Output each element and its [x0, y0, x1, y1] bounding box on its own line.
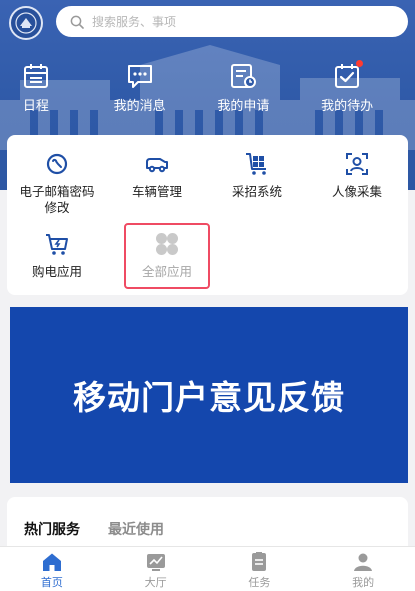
quick-action-label: 我的待办 [321, 99, 374, 114]
vehicle-icon [146, 158, 168, 173]
todo-icon [333, 60, 364, 90]
procurement-cart-icon [246, 153, 266, 175]
notification-badge [356, 60, 364, 67]
school-logo [9, 6, 43, 40]
nav-label: 大厅 [144, 576, 167, 589]
app-label: 车辆管理 [131, 184, 182, 199]
app-label: 电子邮箱密码修改 [19, 184, 95, 215]
nav-label: 首页 [40, 576, 63, 589]
home-icon [42, 553, 61, 571]
quick-action-schedule[interactable]: 日程 [0, 62, 88, 114]
school-emblem-icon [15, 12, 37, 34]
quick-action-applications[interactable]: 我的申请 [192, 62, 296, 114]
nav-hall[interactable]: 大厅 [104, 547, 208, 591]
nav-profile[interactable]: 我的 [311, 547, 415, 591]
app-portrait-capture[interactable]: 人像采集 [307, 151, 407, 200]
all-apps-highlight [124, 223, 210, 289]
quick-action-label: 日程 [22, 99, 49, 114]
app-vehicle-management[interactable]: 车辆管理 [107, 151, 207, 200]
app-email-password[interactable]: 电子邮箱密码修改 [7, 151, 107, 216]
tab-recently-used[interactable]: 最近使用 [108, 519, 164, 539]
calendar-icon [22, 62, 50, 90]
nav-home[interactable]: 首页 [0, 547, 104, 591]
task-icon [252, 552, 267, 571]
app-procurement-system[interactable]: 采招系统 [207, 151, 307, 200]
feedback-banner[interactable]: 移动门户意见反馈 [10, 307, 408, 483]
nav-tasks[interactable]: 任务 [208, 547, 312, 591]
app-label: 人像采集 [331, 184, 382, 199]
quick-action-messages[interactable]: 我的消息 [88, 62, 192, 114]
portrait-scan-icon [346, 153, 368, 175]
nav-label: 我的 [352, 576, 375, 589]
quick-action-label: 我的申请 [217, 99, 270, 114]
message-icon [126, 62, 154, 90]
tab-hot-services[interactable]: 热门服务 [24, 519, 80, 539]
profile-icon [354, 553, 373, 571]
app-grid-card: 电子邮箱密码修改 车辆管理 采招系统 人像采集 购电应用 全部应用 [7, 135, 408, 295]
application-icon [229, 62, 257, 90]
email-password-icon [46, 153, 68, 175]
app-power-purchase[interactable]: 购电应用 [7, 231, 107, 280]
nav-label: 任务 [248, 576, 271, 589]
app-label: 采招系统 [231, 184, 282, 199]
app-label: 购电应用 [31, 264, 82, 279]
quick-actions: 日程 我的消息 我的申请 我的待办 [0, 60, 415, 114]
banner-text: 移动门户意见反馈 [73, 378, 345, 417]
quick-action-todo[interactable]: 我的待办 [295, 60, 399, 114]
search-placeholder: 搜索服务、事项 [92, 15, 177, 29]
bottom-nav: 首页 大厅 任务 我的 [0, 546, 415, 591]
hall-icon [146, 554, 165, 571]
quick-action-label: 我的消息 [113, 99, 166, 114]
search-bar[interactable]: 搜索服务、事项 [56, 6, 408, 37]
power-purchase-cart-icon [46, 234, 68, 255]
search-icon [70, 15, 84, 29]
